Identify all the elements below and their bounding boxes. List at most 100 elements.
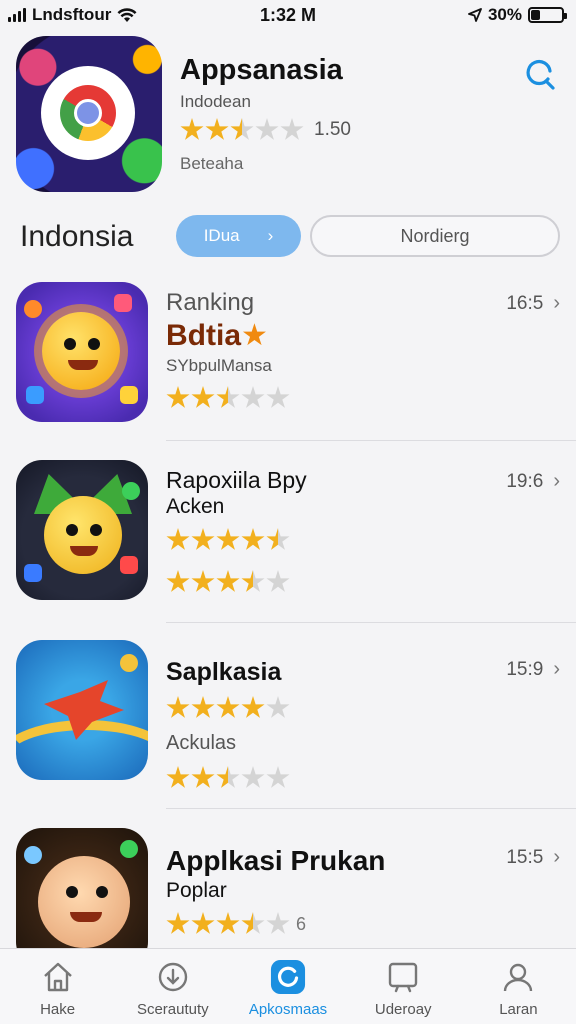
- filter-pill-active[interactable]: IDua ›: [176, 215, 301, 257]
- chevron-right-icon: ›: [553, 658, 560, 680]
- star-icon: [205, 118, 229, 140]
- app-title-text: Bdtia: [166, 319, 241, 352]
- divider: [166, 622, 576, 623]
- chevron-right-icon: ›: [553, 470, 560, 492]
- chevron-right-icon: ›: [267, 226, 274, 245]
- app-info: Saplkasia Ackulas: [166, 646, 466, 790]
- divider: [166, 440, 576, 441]
- star-icon: [166, 570, 190, 592]
- star-icon: [166, 386, 190, 408]
- featured-app-title: Appsanasia: [180, 54, 343, 86]
- tab-label: Uderoay: [374, 1001, 432, 1018]
- star-icon: [241, 528, 265, 550]
- status-time: 1:32 M: [259, 4, 317, 25]
- featured-app-header: Appsanasia Indodean 1.50 Beteaha: [16, 36, 560, 196]
- app-subtitle: Poplar: [166, 879, 227, 902]
- tab-discover[interactable]: Sceraututy: [115, 949, 230, 1024]
- app-subtitle: SYbpulMansa: [166, 356, 272, 375]
- tab-home[interactable]: Hake: [0, 949, 115, 1024]
- star-icon: [191, 696, 215, 718]
- tab-profile[interactable]: Laran: [461, 949, 576, 1024]
- app-meta: 19:6 ›: [506, 470, 560, 493]
- star-icon: [241, 386, 265, 408]
- battery-level: [531, 10, 540, 20]
- app-info: Applkasi Prukan Poplar 6: [166, 834, 466, 936]
- app-time: 15:5: [506, 846, 544, 868]
- app-time: 19:6: [506, 470, 544, 492]
- search-icon: [526, 59, 555, 90]
- star-icon: [216, 528, 240, 550]
- star-icon: [255, 118, 279, 140]
- app-icon: [16, 460, 148, 600]
- rating-stars: [166, 528, 290, 552]
- tab-label: Laran: [499, 1001, 538, 1018]
- star-icon: [166, 528, 190, 550]
- filter-pill-active-label: IDua: [203, 226, 240, 245]
- app-time: 16:5: [506, 292, 544, 314]
- star-icon: [191, 766, 215, 788]
- star-icon: [216, 766, 240, 788]
- app-category-label: Ranking: [166, 289, 255, 316]
- location-arrow-icon: [468, 8, 482, 22]
- rating-stars: [166, 570, 290, 594]
- divider: [166, 808, 576, 809]
- tab-apps[interactable]: Apkosmaas: [230, 949, 345, 1024]
- star-icon: [241, 912, 265, 934]
- app-title: Saplkasia: [166, 658, 282, 686]
- list-item[interactable]: Rapoxiila Bpy Acken 19:6 ›: [0, 460, 576, 640]
- star-icon: [166, 766, 190, 788]
- star-icon: [266, 386, 290, 408]
- star-icon: [191, 570, 215, 592]
- status-bar: Lndsftour 1:32 M 30%: [0, 0, 576, 30]
- compass-icon: [155, 959, 191, 995]
- rating-stars: [166, 912, 290, 936]
- rating-stars: [180, 118, 304, 142]
- star-icon: [266, 912, 290, 934]
- app-meta: 15:5 ›: [506, 846, 560, 869]
- star-icon: [266, 528, 290, 550]
- featured-app-icon[interactable]: [16, 36, 162, 192]
- featured-app-rating: 1.50: [180, 118, 351, 142]
- rating-stars: [166, 766, 290, 790]
- star-icon: [191, 528, 215, 550]
- featured-app-subtitle: Indodean: [180, 92, 251, 111]
- tab-label: Sceraututy: [136, 1001, 209, 1018]
- carrier-name: Lndsftour: [32, 5, 112, 24]
- app-icon: [16, 640, 148, 780]
- app-title: Bdtia★: [166, 318, 466, 354]
- star-icon: [166, 696, 190, 718]
- list-item[interactable]: Ranking Bdtia★ SYbpulMansa 16:5 ›: [0, 282, 576, 462]
- app-rating-secondary: [166, 570, 466, 594]
- rating-value: 1.50: [314, 119, 351, 140]
- app-rating: 6: [166, 912, 466, 936]
- tab-label: Hake: [40, 1001, 76, 1018]
- app-subtitle: Ackulas: [166, 732, 237, 754]
- rating-stars: [166, 696, 290, 720]
- star-icon: [216, 912, 240, 934]
- app-meta: 15:9 ›: [506, 658, 560, 681]
- tab-label: Apkosmaas: [248, 1001, 328, 1018]
- app-meta: 16:5 ›: [506, 292, 560, 315]
- star-icon: [241, 766, 265, 788]
- rating-stars: [166, 386, 290, 410]
- star-badge-icon: ★: [241, 319, 268, 352]
- search-button[interactable]: [520, 54, 560, 94]
- list-item[interactable]: Saplkasia Ackulas 15:9 ›: [0, 640, 576, 820]
- app-icon: [16, 828, 148, 968]
- app-info: Rapoxiila Bpy Acken: [166, 466, 466, 594]
- star-icon: [241, 696, 265, 718]
- app-subtitle: Acken: [166, 495, 225, 518]
- battery-percent: 30%: [487, 5, 522, 24]
- browser-logo-icon: [41, 66, 135, 160]
- filter-pill-inactive[interactable]: Nordierg: [310, 215, 560, 257]
- star-icon: [166, 912, 190, 934]
- apps-icon: [270, 959, 306, 995]
- tab-bar: Hake Sceraututy Apkosmaas Uderoay Laran: [0, 948, 576, 1024]
- filter-pill-inactive-label: Nordierg: [400, 225, 470, 246]
- tab-updates[interactable]: Uderoay: [346, 949, 461, 1024]
- filter-row: Indonsia IDua › Nordierg: [0, 212, 576, 262]
- signal-icon: [8, 8, 26, 22]
- star-icon: [241, 570, 265, 592]
- battery-icon: [528, 7, 567, 23]
- profile-icon: [500, 959, 536, 995]
